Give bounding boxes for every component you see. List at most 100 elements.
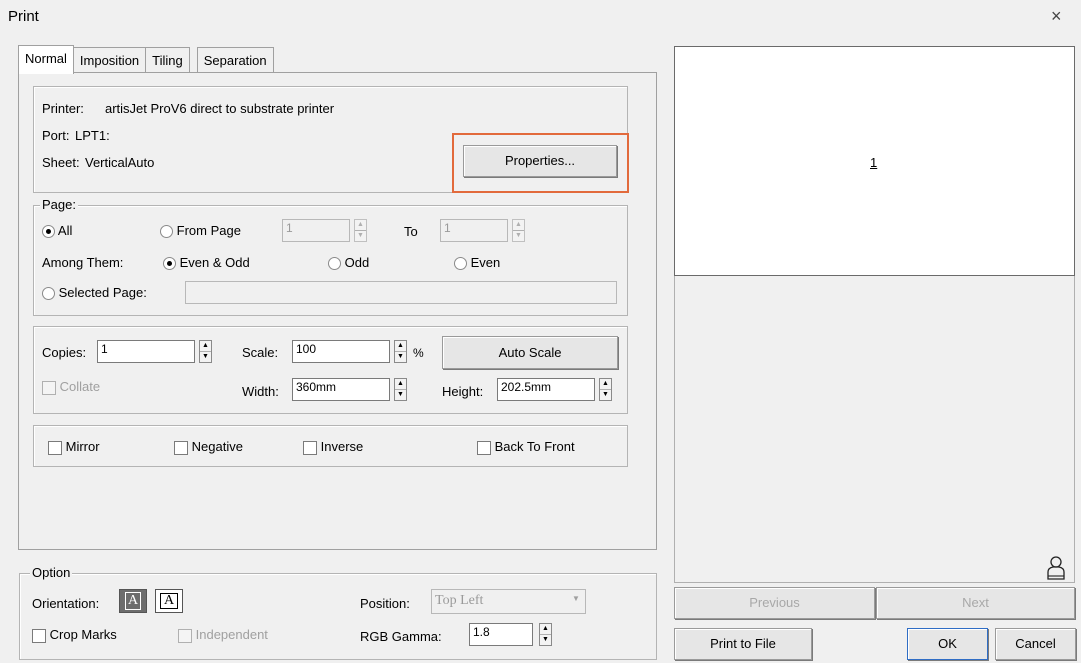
collate-check-indicator[interactable]: [42, 380, 56, 395]
radio-from-page-indicator[interactable]: [160, 225, 173, 239]
crop-marks-check-indicator[interactable]: [32, 628, 46, 643]
spin-up-icon[interactable]: ▲: [355, 220, 366, 231]
radio-even-indicator[interactable]: [454, 257, 467, 271]
spin-down-icon[interactable]: ▼: [395, 352, 406, 362]
spin-down-icon[interactable]: ▼: [540, 635, 551, 645]
back-to-front-checkbox[interactable]: Back To Front: [477, 439, 575, 455]
radio-from-page[interactable]: From Page: [160, 223, 241, 239]
independent-check-indicator[interactable]: [178, 628, 192, 643]
height-spinner[interactable]: ▲ ▼: [599, 378, 612, 401]
scale-label: Scale:: [242, 345, 279, 360]
spin-down-icon[interactable]: ▼: [395, 390, 406, 400]
to-label: To: [404, 224, 418, 239]
copies-label: Copies:: [42, 345, 87, 360]
copies-spinner[interactable]: ▲ ▼: [199, 340, 212, 363]
among-them-label: Among Them:: [42, 255, 124, 270]
tab-imposition[interactable]: Imposition: [72, 47, 147, 74]
orientation-label: Orientation:: [32, 596, 100, 611]
inverse-checkbox[interactable]: Inverse: [303, 439, 363, 455]
orientation-portrait-button[interactable]: A: [119, 589, 147, 613]
radio-odd[interactable]: Odd: [328, 255, 370, 271]
radio-even[interactable]: Even: [454, 255, 501, 271]
scale-input[interactable]: 100: [292, 340, 390, 363]
radio-odd-label: Odd: [344, 255, 370, 270]
width-label: Width:: [242, 384, 279, 399]
negative-checkbox[interactable]: Negative: [174, 439, 243, 455]
independent-checkbox[interactable]: Independent: [178, 627, 268, 643]
radio-odd-indicator[interactable]: [328, 257, 341, 271]
tab-separation[interactable]: Separation: [196, 47, 274, 74]
from-page-spinner[interactable]: ▲ ▼: [354, 219, 367, 242]
radio-selected-page-label: Selected Page:: [58, 285, 147, 300]
spin-up-icon[interactable]: ▲: [395, 379, 406, 390]
crop-marks-label: Crop Marks: [49, 627, 117, 642]
mirror-label: Mirror: [65, 439, 100, 454]
option-group: [19, 573, 657, 660]
spin-up-icon[interactable]: ▲: [600, 379, 611, 390]
inverse-label: Inverse: [320, 439, 364, 454]
radio-even-odd-label: Even & Odd: [179, 255, 250, 270]
radio-even-label: Even: [470, 255, 501, 270]
to-page-input[interactable]: 1: [440, 219, 508, 242]
back-to-front-label: Back To Front: [494, 439, 575, 454]
crop-marks-checkbox[interactable]: Crop Marks: [32, 627, 117, 643]
cancel-button[interactable]: Cancel: [995, 628, 1076, 660]
print-to-file-button[interactable]: Print to File: [674, 628, 812, 660]
rgb-gamma-spinner[interactable]: ▲ ▼: [539, 623, 552, 646]
percent-label: %: [413, 346, 424, 360]
width-input[interactable]: 360mm: [292, 378, 390, 401]
tab-normal[interactable]: Normal: [18, 45, 74, 74]
radio-all[interactable]: All: [42, 223, 72, 239]
port-label: Port:: [42, 128, 70, 143]
independent-label: Independent: [195, 627, 268, 642]
sheet-label: Sheet:: [42, 155, 80, 170]
negative-label: Negative: [191, 439, 243, 454]
spin-up-icon[interactable]: ▲: [395, 341, 406, 352]
selected-page-input[interactable]: [185, 281, 617, 304]
auto-scale-button[interactable]: Auto Scale: [442, 336, 618, 369]
inverse-check-indicator[interactable]: [303, 440, 317, 455]
ok-button[interactable]: OK: [907, 628, 988, 660]
close-icon[interactable]: ×: [1051, 6, 1062, 27]
person-icon[interactable]: [1045, 555, 1067, 584]
sheet-value: VerticalAuto: [85, 155, 155, 170]
radio-all-indicator[interactable]: [42, 225, 55, 239]
spin-down-icon[interactable]: ▼: [355, 231, 366, 241]
printer-label: Printer:: [42, 101, 84, 116]
printer-value: artisJet ProV6 direct to substrate print…: [105, 101, 335, 116]
radio-selected-page[interactable]: Selected Page:: [42, 285, 147, 301]
previous-button[interactable]: Previous: [674, 587, 875, 619]
width-spinner[interactable]: ▲ ▼: [394, 378, 407, 401]
from-page-input[interactable]: 1: [282, 219, 350, 242]
radio-even-odd-indicator[interactable]: [163, 257, 176, 271]
orientation-landscape-button[interactable]: A: [155, 589, 183, 613]
window-title: Print: [8, 8, 39, 25]
radio-even-odd[interactable]: Even & Odd: [163, 255, 250, 271]
back-to-front-check-indicator[interactable]: [477, 440, 491, 455]
scale-spinner[interactable]: ▲ ▼: [394, 340, 407, 363]
spin-up-icon[interactable]: ▲: [513, 220, 524, 231]
mirror-check-indicator[interactable]: [48, 440, 62, 455]
rgb-gamma-label: RGB Gamma:: [360, 629, 442, 644]
copies-input[interactable]: 1: [97, 340, 195, 363]
next-button[interactable]: Next: [876, 587, 1075, 619]
height-input[interactable]: 202.5mm: [497, 378, 595, 401]
dropdown-arrow-icon[interactable]: ▼: [572, 594, 580, 603]
tab-bar: Normal Imposition Tiling Separation: [18, 45, 274, 74]
spin-down-icon[interactable]: ▼: [200, 352, 211, 362]
position-select[interactable]: Top Left: [431, 589, 586, 614]
collate-checkbox[interactable]: Collate: [42, 379, 100, 395]
spin-down-icon[interactable]: ▼: [513, 231, 524, 241]
spin-up-icon[interactable]: ▲: [200, 341, 211, 352]
mirror-checkbox[interactable]: Mirror: [48, 439, 100, 455]
spin-down-icon[interactable]: ▼: [600, 390, 611, 400]
landscape-glyph: A: [159, 593, 179, 609]
radio-selected-page-indicator[interactable]: [42, 287, 55, 301]
spin-up-icon[interactable]: ▲: [540, 624, 551, 635]
preview-page-number: 1: [870, 155, 878, 170]
collate-label: Collate: [59, 379, 101, 394]
to-page-spinner[interactable]: ▲ ▼: [512, 219, 525, 242]
rgb-gamma-input[interactable]: 1.8: [469, 623, 533, 646]
tab-tiling[interactable]: Tiling: [145, 47, 190, 74]
negative-check-indicator[interactable]: [174, 440, 188, 455]
